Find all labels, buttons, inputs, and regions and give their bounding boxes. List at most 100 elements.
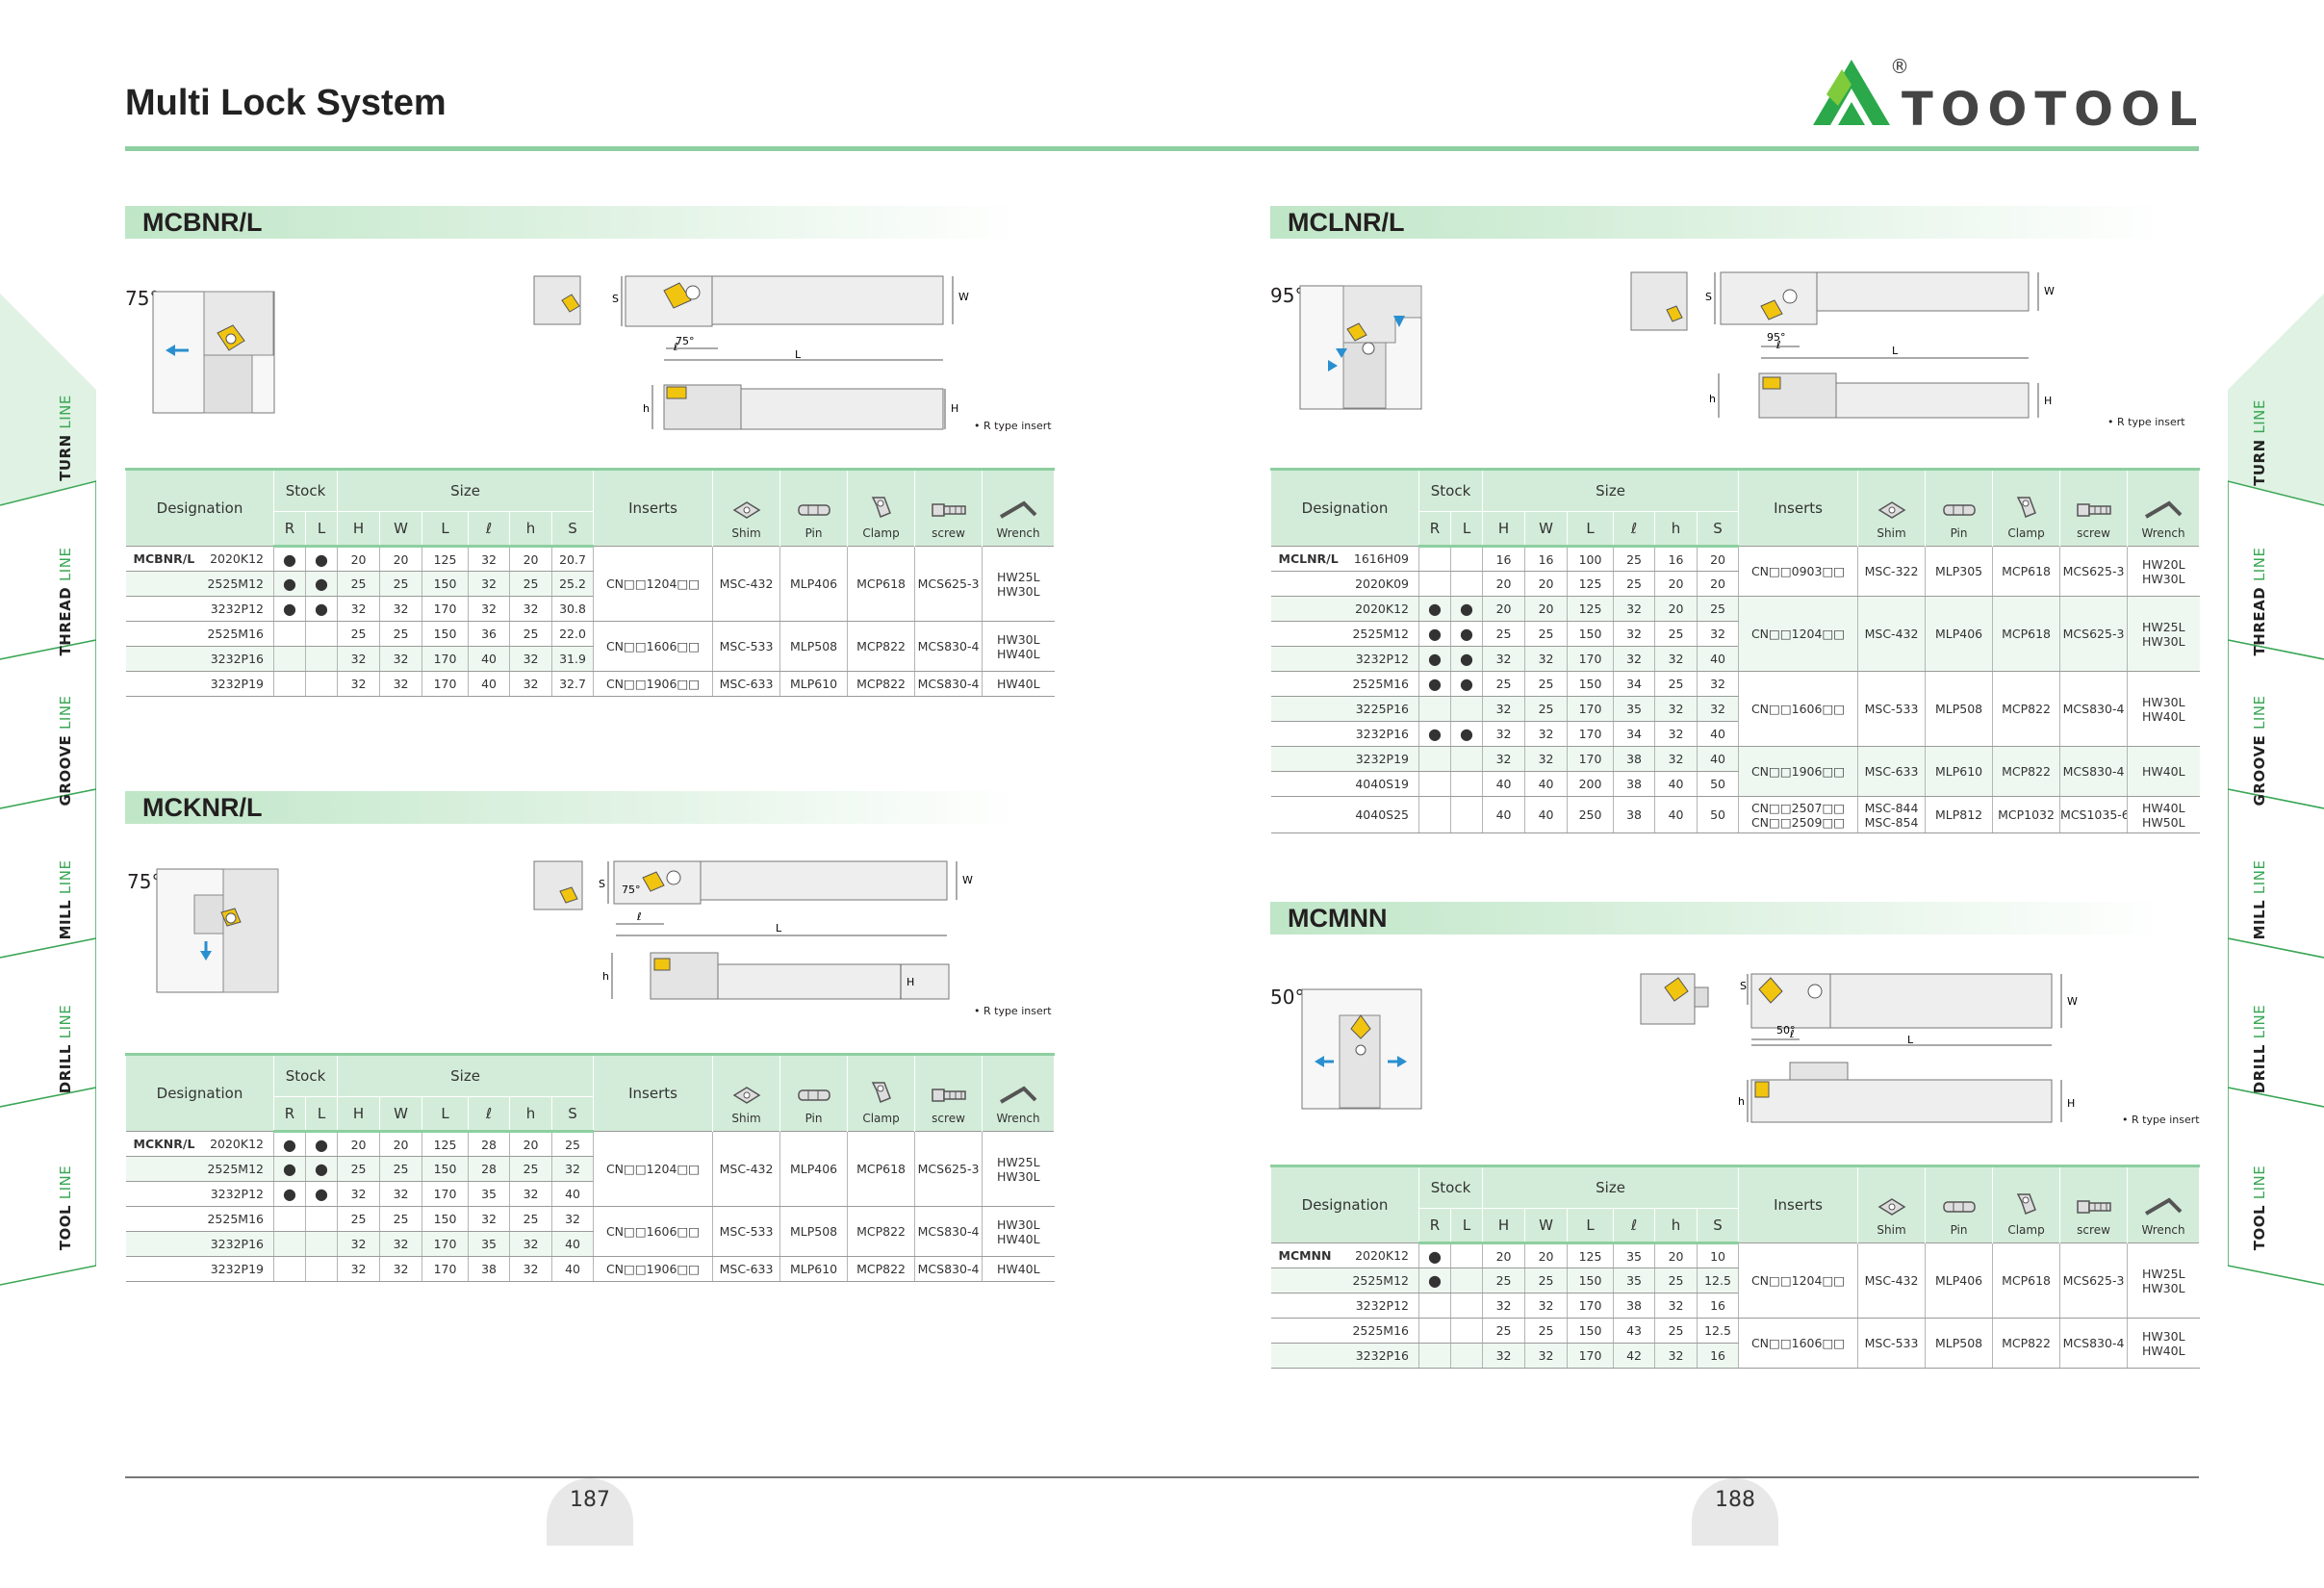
table-cell: CN□□1204□□ [593,1131,713,1207]
table-cell: 32 [1524,1293,1568,1319]
table-cell [273,646,306,672]
side-tab-drill-line-right[interactable]: DRILL LINE [2211,977,2308,1121]
side-tab-turn-line-left[interactable]: TURN LINE [17,375,114,500]
table-cell: 150 [1567,621,1614,647]
column-header: L [304,511,339,548]
table-cell: MSC-533 [1857,671,1926,747]
r-type-note-mcmnn: • R type insert [2122,1114,2200,1126]
table-cell: 32 [509,671,552,697]
column-header: L [1449,511,1484,548]
side-tab-tool-line-left[interactable]: TOOL LINE [17,1126,114,1290]
column-header: screw [2059,1165,2129,1243]
wrench-icon [2145,1197,2183,1216]
side-tab-mill-line-left[interactable]: MILL LINE [17,828,114,972]
table-cell: 170 [421,596,469,622]
table-cell: 3225P16 [1270,696,1419,722]
table-cell: 150 [1567,671,1614,697]
table-row: 2525M16 25 25 150 36 25 22.0 CN□□1606□□ MSC-533… [125,621,1055,672]
clamp-icon [2016,1193,2036,1215]
table-cell: CN□□1906□□ [593,671,713,697]
table-cell: 2525M16 [1270,671,1419,697]
table-cell: MSC-322 [1857,546,1926,597]
column-header: Size [1482,1165,1740,1209]
table-cell [1449,571,1483,597]
svg-text:H: H [2067,1097,2075,1110]
spec-table-mcknr: Designation Stock Size Inserts Shim Pin Cla… [125,1053,1056,1282]
column-header: Shim [712,1053,781,1132]
table-cell: CN□□1606□□ [593,1206,713,1257]
table-cell: HW30L HW40L [2127,1318,2200,1369]
table-cell: HW25L HW30L [2127,596,2200,672]
side-tab-groove-line-left[interactable]: GROOVE LINE [17,679,114,823]
table-cell: 150 [421,1156,469,1182]
table-cell: 25 [379,1156,422,1182]
column-header: H [1482,511,1526,548]
r-type-note-mcbnr: • R type insert [974,420,1052,432]
table-cell [304,621,338,647]
table-cell: 25 [379,621,422,647]
column-header: h [1654,1208,1698,1244]
table-cell: 170 [1567,1343,1614,1369]
table-cell: 2020K12 [1270,596,1419,622]
table-cell: HW25L HW30L [982,1131,1055,1207]
table-cell: 170 [421,671,469,697]
column-header: L [304,1096,339,1133]
side-tab-groove-line-right[interactable]: GROOVE LINE [2211,679,2308,823]
table-cell: 170 [1567,696,1614,722]
table-cell: 16 [1697,1343,1739,1369]
table-cell: 38 [468,1256,510,1282]
table-cell: 40 [1482,771,1525,797]
table-cell: 25 [509,621,552,647]
shim-icon [1877,501,1905,519]
table-cell: 170 [421,1181,469,1207]
side-tab-thread-line-left[interactable]: THREAD LINE [17,525,114,679]
table-cell: 40 [551,1231,594,1257]
side-tab-thread-line-right[interactable]: THREAD LINE [2211,525,2308,679]
table-cell: MSC-533 [1857,1318,1926,1369]
table-cell [1449,746,1483,772]
table-cell: MCS625-3 [2059,546,2128,597]
table-cell: 32 [1613,646,1655,672]
table-cell: 36 [468,621,510,647]
side-tab-mill-line-right[interactable]: MILL LINE [2211,828,2308,972]
table-cell: 4040S25 [1270,796,1419,833]
table-cell: MLP406 [779,1131,848,1207]
table-cell: MLP508 [1925,1318,1993,1369]
side-tab-drill-line-left[interactable]: DRILL LINE [17,977,114,1121]
table-cell: MCP618 [847,546,915,622]
svg-text:H: H [907,976,914,988]
column-header: Stock [272,1053,339,1097]
clamp-icon [2016,497,2036,518]
table-cell [304,1256,338,1282]
table-cell: MCLNR/L 1616H09 [1270,546,1419,572]
approach-angle-mcmnn: 50° [1270,986,1305,1009]
table-cell: 20 [379,1131,422,1157]
section-title-mcknr: MCKNR/L [125,791,1020,824]
table-cell: 170 [1567,746,1614,772]
column-header: h [509,1096,553,1133]
svg-text:h: h [602,970,609,983]
table-cell: CN□□0903□□ [1738,546,1858,597]
table-cell: 170 [1567,721,1614,747]
side-tab-tool-line-right[interactable]: TOOL LINE [2211,1126,2308,1290]
table-cell: 20 [337,546,380,572]
table-cell: 32 [1482,1343,1525,1369]
column-header: ℓ [468,511,511,548]
table-cell: ● [273,1181,306,1207]
side-tab-turn-line-right[interactable]: TURN LINE [2211,385,2308,500]
table-cell [1449,1293,1483,1319]
col-wrench: Wrench [982,468,1056,547]
column-header: Pin [1925,468,1994,547]
table-cell: 25.2 [551,571,594,597]
table-cell: MLP610 [779,1256,848,1282]
table-cell: HW40L [982,671,1055,697]
insert-view-mcmnn [1301,988,1422,1110]
table-cell: 25 [1654,1318,1698,1344]
table-cell: MSC-633 [712,1256,780,1282]
footer-rule [125,1476,2199,1478]
screw-icon [2076,1200,2111,1214]
column-header: Inserts [1738,468,1859,547]
svg-text:h: h [1738,1095,1745,1108]
table-row: 2525M16 ● ● 25 25 150 34 25 32 CN□□1606□□ MSC-533… [1270,671,2200,747]
table-cell: ● [1449,596,1483,622]
